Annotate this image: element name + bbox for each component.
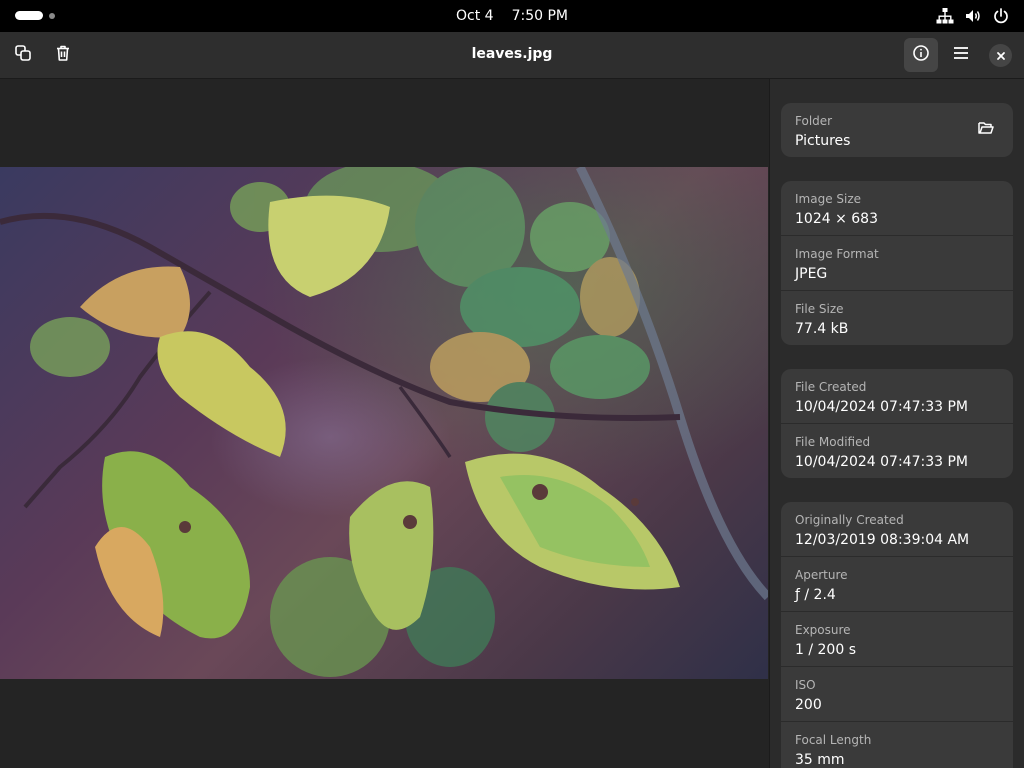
- properties-toggle-button[interactable]: [904, 38, 938, 72]
- file-dates-card: File Created 10/04/2024 07:47:33 PM File…: [781, 369, 1013, 478]
- file-size-value: 77.4 kB: [795, 321, 849, 337]
- file-created-value: 10/04/2024 07:47:33 PM: [795, 399, 968, 415]
- exposure-row: Exposure 1 / 200 s: [781, 611, 1013, 666]
- photo-leaves[interactable]: [0, 167, 768, 679]
- image-format-row: Image Format JPEG: [781, 235, 1013, 290]
- clock-date: Oct 4: [456, 8, 494, 24]
- clock-time: 7:50 PM: [511, 8, 568, 24]
- exif-card: Originally Created 12/03/2019 08:39:04 A…: [781, 502, 1013, 768]
- header-bar: leaves.jpg: [0, 32, 1024, 79]
- file-modified-row: File Modified 10/04/2024 07:47:33 PM: [781, 423, 1013, 478]
- folder-card: Folder Pictures: [781, 103, 1013, 157]
- folder-open-icon: [977, 122, 995, 141]
- originally-created-value: 12/03/2019 08:39:04 AM: [795, 532, 970, 548]
- open-folder-button[interactable]: [977, 119, 995, 141]
- iso-row: ISO 200: [781, 666, 1013, 721]
- network-icon: [936, 7, 954, 25]
- focal-length-label: Focal Length: [795, 733, 872, 747]
- copy-icon: [14, 44, 32, 66]
- folder-label: Folder: [795, 114, 833, 128]
- active-workspace-pill: [15, 11, 43, 20]
- focal-length-value: 35 mm: [795, 752, 845, 768]
- image-size-value: 1024 × 683: [795, 211, 878, 227]
- power-icon: [992, 7, 1010, 25]
- properties-sidebar[interactable]: Folder Pictures Image Size 1024 × 683 Im…: [769, 79, 1024, 768]
- volume-icon: [964, 7, 982, 25]
- clock[interactable]: Oct 4 7:50 PM: [456, 8, 568, 24]
- delete-button[interactable]: [46, 38, 80, 72]
- image-format-label: Image Format: [795, 247, 879, 261]
- iso-label: ISO: [795, 678, 816, 692]
- hamburger-menu-icon: [952, 44, 970, 66]
- window-title: leaves.jpg: [471, 46, 553, 62]
- image-info-card: Image Size 1024 × 683 Image Format JPEG …: [781, 181, 1013, 345]
- aperture-label: Aperture: [795, 568, 848, 582]
- main-menu-button[interactable]: [944, 38, 978, 72]
- image-format-value: JPEG: [795, 266, 828, 282]
- trash-icon: [54, 44, 72, 66]
- workspace-indicator[interactable]: [15, 11, 55, 20]
- photo-illustration: [0, 167, 768, 677]
- image-size-label: Image Size: [795, 192, 862, 206]
- originally-created-row: Originally Created 12/03/2019 08:39:04 A…: [781, 502, 1013, 556]
- file-modified-value: 10/04/2024 07:47:33 PM: [795, 454, 968, 470]
- system-top-bar: Oct 4 7:50 PM: [0, 0, 1024, 32]
- system-tray[interactable]: [936, 7, 1010, 25]
- aperture-value: ƒ / 2.4: [795, 587, 836, 603]
- folder-row: Folder Pictures: [781, 103, 1013, 157]
- aperture-row: Aperture ƒ / 2.4: [781, 556, 1013, 611]
- originally-created-label: Originally Created: [795, 513, 904, 527]
- close-button[interactable]: [989, 44, 1012, 67]
- close-icon: [996, 46, 1006, 65]
- file-created-row: File Created 10/04/2024 07:47:33 PM: [781, 369, 1013, 423]
- file-size-label: File Size: [795, 302, 844, 316]
- image-size-row: Image Size 1024 × 683: [781, 181, 1013, 235]
- file-size-row: File Size 77.4 kB: [781, 290, 1013, 345]
- folder-value: Pictures: [795, 133, 851, 149]
- copy-button[interactable]: [6, 38, 40, 72]
- info-icon: [912, 44, 930, 66]
- exposure-value: 1 / 200 s: [795, 642, 856, 658]
- exposure-label: Exposure: [795, 623, 851, 637]
- inactive-workspace-dot: [49, 12, 55, 19]
- image-viewer[interactable]: [0, 79, 768, 768]
- file-created-label: File Created: [795, 380, 867, 394]
- iso-value: 200: [795, 697, 822, 713]
- file-modified-label: File Modified: [795, 435, 871, 449]
- focal-length-row: Focal Length 35 mm: [781, 721, 1013, 768]
